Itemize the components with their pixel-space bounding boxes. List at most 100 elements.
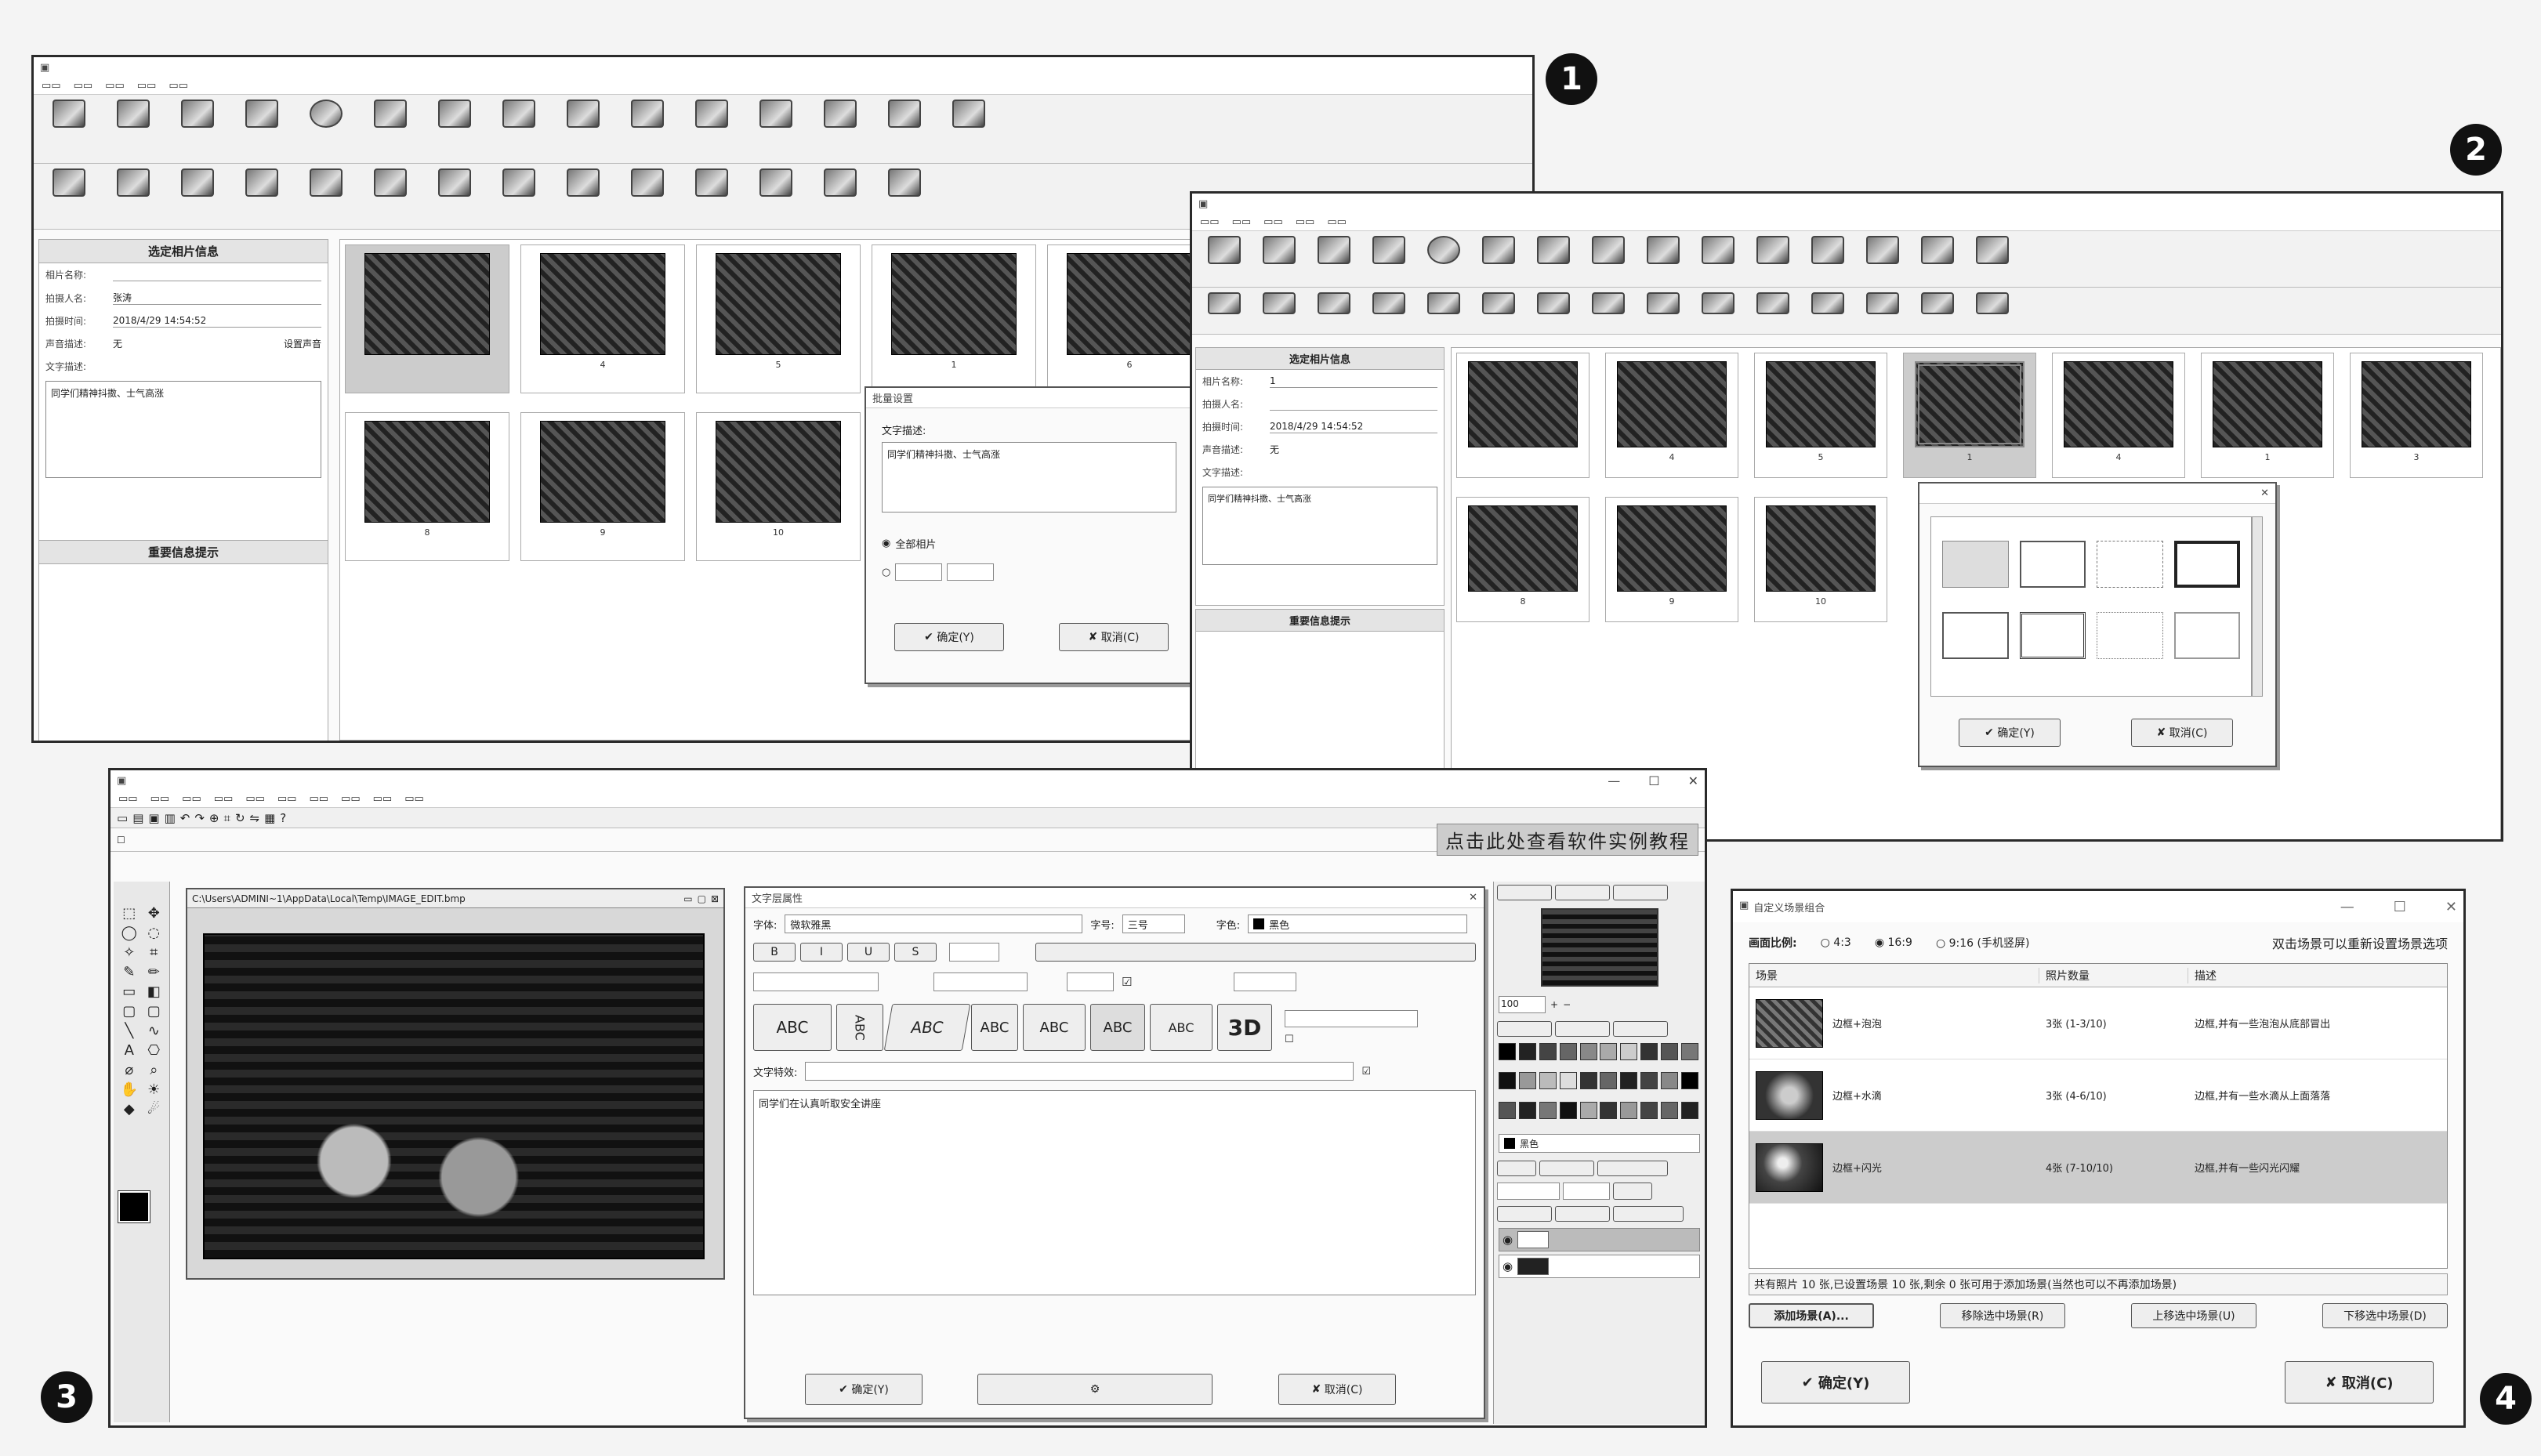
toolbar-button[interactable]: [1639, 236, 1687, 282]
cancel-button[interactable]: ✘ 取消(C): [2131, 719, 2233, 747]
table-row[interactable]: 边框+水滴 3张 (4-6/10) 边框,并有一些水滴从上面落落: [1749, 1059, 2447, 1132]
color-cell[interactable]: [1681, 1072, 1699, 1090]
marquee-tool-icon[interactable]: ⬚: [118, 905, 140, 922]
toolbar-button[interactable]: [1365, 292, 1413, 329]
print-icon[interactable]: ▥: [165, 811, 176, 825]
toolbar-button[interactable]: [1803, 292, 1852, 329]
move-tool-icon[interactable]: ✥: [143, 905, 165, 922]
photo-thumb[interactable]: 10: [1754, 497, 1887, 622]
opacity-input[interactable]: [1563, 1183, 1610, 1200]
photo-thumb[interactable]: 4: [2052, 353, 2185, 478]
color-cell[interactable]: [1579, 1043, 1597, 1060]
toolbar-button[interactable]: [427, 100, 482, 158]
toolbar-button[interactable]: [877, 168, 932, 224]
photo-thumb[interactable]: [345, 244, 509, 393]
eye-icon[interactable]: ◉: [1502, 1259, 1513, 1273]
photo-name-field[interactable]: 1: [1270, 375, 1437, 388]
color-cell[interactable]: [1640, 1043, 1658, 1060]
shot-time-field[interactable]: 2018/4/29 14:54:52: [113, 315, 321, 328]
menu-item[interactable]: ▭▭: [1263, 216, 1283, 228]
radio-range-row[interactable]: ○: [882, 563, 1176, 581]
text-style-option[interactable]: ABC: [1023, 1004, 1086, 1051]
minimize-icon[interactable]: —: [1608, 773, 1620, 788]
tab-mask[interactable]: [1539, 1161, 1594, 1176]
toolbar-button[interactable]: [1913, 292, 1962, 329]
text-content-area[interactable]: 同学们在认真听取安全讲座: [753, 1090, 1476, 1295]
menu-item[interactable]: ▭▭: [1296, 216, 1315, 228]
range-to-input[interactable]: [947, 563, 995, 581]
toolbar-button[interactable]: [1968, 236, 2017, 282]
underline-button[interactable]: U: [847, 943, 890, 962]
toolbar-button[interactable]: [1255, 236, 1303, 282]
maximize-icon[interactable]: ☐: [2394, 899, 2406, 915]
color-cell[interactable]: [1600, 1043, 1618, 1060]
column-header[interactable]: 描述: [2188, 968, 2447, 983]
brush-tool-icon[interactable]: ✎: [118, 964, 140, 980]
toolbar-button[interactable]: [170, 100, 225, 158]
canvas-photo[interactable]: [203, 933, 705, 1259]
curve-tool-icon[interactable]: ∿: [143, 1023, 165, 1039]
tab-border[interactable]: [1597, 1161, 1668, 1176]
remove-scene-button[interactable]: 移除选中场景(R): [1940, 1303, 2065, 1328]
pencil-tool-icon[interactable]: ✏: [143, 964, 165, 980]
toolbar-button[interactable]: [1365, 236, 1413, 282]
toolbar-button[interactable]: [106, 168, 161, 224]
border-option[interactable]: [1942, 612, 2009, 659]
photo-thumb[interactable]: 8: [1456, 497, 1589, 622]
zoom-tool-icon[interactable]: ⌕: [143, 1062, 165, 1078]
merge-button[interactable]: [1613, 1183, 1652, 1200]
ratio-9-16[interactable]: ○ 9:16 (手机竖屏): [1936, 935, 2029, 951]
eye-icon[interactable]: ◉: [1502, 1233, 1513, 1247]
photo-thumb[interactable]: 4: [1605, 353, 1738, 478]
toolbar-button[interactable]: [1968, 292, 2017, 329]
ratio-16-9[interactable]: ◉ 16:9: [1875, 936, 1912, 949]
ok-button[interactable]: ✔ 确定(Y): [1761, 1361, 1910, 1403]
toolbar-button[interactable]: [491, 168, 546, 224]
color-cell[interactable]: [1539, 1072, 1557, 1090]
shot-time-field[interactable]: 2018/4/29 14:54:52: [1270, 421, 1437, 433]
close-icon[interactable]: ⊠: [711, 893, 719, 904]
hand-tool-icon[interactable]: ✋: [118, 1081, 140, 1098]
cancel-button[interactable]: ✘ 取消(C): [1278, 1374, 1396, 1405]
layer-item[interactable]: ◉: [1499, 1228, 1700, 1251]
color-cell[interactable]: [1600, 1101, 1618, 1119]
toolbar-button[interactable]: [106, 100, 161, 158]
text-style-option[interactable]: ABC: [836, 1004, 883, 1051]
menu-item[interactable]: ▭▭: [105, 80, 125, 92]
photo-thumb[interactable]: 4: [520, 244, 685, 393]
blur-tool-icon[interactable]: ☀: [143, 1081, 165, 1098]
ok-button[interactable]: ✔ 确定(Y): [1959, 719, 2061, 747]
help-icon[interactable]: ?: [280, 811, 286, 825]
color-cell[interactable]: [1620, 1101, 1638, 1119]
toolbar-button[interactable]: [491, 100, 546, 158]
toolbar-button[interactable]: [234, 100, 289, 158]
add-special-text-button[interactable]: ⚙: [977, 1374, 1213, 1405]
toolbar-button[interactable]: [299, 168, 353, 224]
text-style-option[interactable]: ABC: [753, 1004, 832, 1051]
description-textarea[interactable]: 同学们精神抖擞、士气高涨: [1202, 487, 1437, 565]
column-header[interactable]: 场景: [1749, 967, 2039, 983]
menu-item[interactable]: ▭▭: [214, 793, 234, 805]
color-cell[interactable]: [1559, 1101, 1577, 1119]
zoom-out-icon[interactable]: −: [1563, 999, 1571, 1010]
font-select[interactable]: 微软雅黑: [785, 915, 1083, 933]
color-cell[interactable]: [1640, 1072, 1658, 1090]
color-cell[interactable]: [1499, 1101, 1516, 1119]
realtime-preview-checkbox[interactable]: ☑: [1361, 1066, 1371, 1078]
toolbar-button[interactable]: [234, 168, 289, 224]
toolbar-button[interactable]: [749, 168, 803, 224]
radio-all-row[interactable]: ◉ 全部相片: [882, 536, 1176, 551]
toolbar-button[interactable]: [684, 168, 739, 224]
color-cell[interactable]: [1499, 1072, 1516, 1090]
border-option[interactable]: [2173, 612, 2240, 659]
color-cell[interactable]: [1579, 1072, 1597, 1090]
text-style-option[interactable]: ABC: [883, 1004, 971, 1051]
close-icon[interactable]: ✕: [2445, 899, 2457, 915]
photo-thumb[interactable]: 8: [345, 412, 509, 561]
toolbar-button[interactable]: [1694, 292, 1742, 329]
menu-item[interactable]: ▭▭: [277, 793, 297, 805]
ellipse-tool-icon[interactable]: ◯: [118, 925, 140, 941]
menu-item[interactable]: ▭▭: [182, 793, 201, 805]
toolbar-button[interactable]: [1749, 292, 1797, 329]
ok-button[interactable]: ✔ 确定(Y): [894, 623, 1004, 651]
